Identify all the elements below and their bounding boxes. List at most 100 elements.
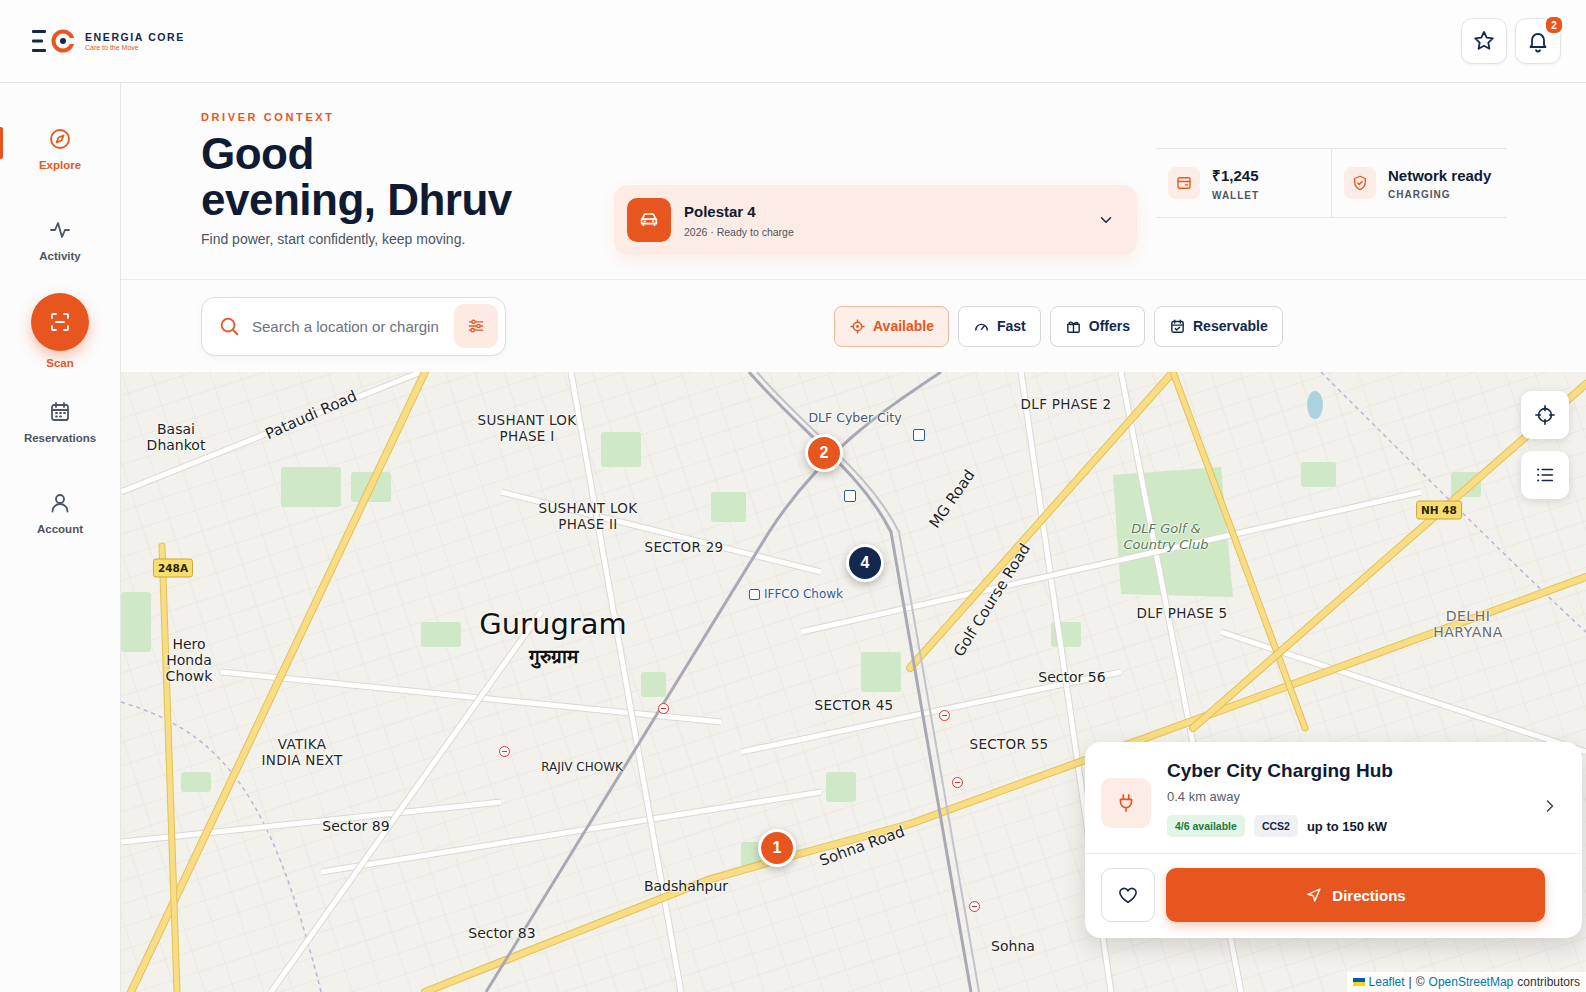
map-label: Sector 89	[322, 818, 389, 834]
map-label: DELHI HARYANA	[1428, 608, 1508, 640]
shield-icon	[1351, 174, 1369, 192]
list-view-button[interactable]	[1521, 451, 1569, 499]
map-label: Basai Dhankot	[136, 421, 216, 453]
brand-name: ENERGIA CORE	[85, 31, 185, 43]
filter-chip[interactable]: Available	[834, 306, 949, 347]
directions-button[interactable]: Directions	[1166, 868, 1545, 922]
metro-station-icon[interactable]	[844, 490, 856, 502]
wallet-icon	[1175, 174, 1193, 192]
nav-item[interactable]: Explore	[0, 103, 120, 194]
map-label: SECTOR 45	[815, 697, 894, 713]
nav-item[interactable]: Reservations	[0, 376, 120, 467]
metro-station-icon[interactable]	[913, 429, 925, 441]
map-attribution: Leaflet | © OpenStreetMap contributors	[1347, 972, 1586, 992]
gauge-icon	[973, 318, 990, 335]
map-label: 248A	[153, 559, 193, 578]
station-pin[interactable]: 1	[758, 829, 796, 867]
station-pin[interactable]: 4	[846, 544, 884, 582]
stat-item: ₹1,245 WALLET	[1156, 149, 1331, 217]
map-label: Hero Honda Chowk	[159, 636, 219, 684]
compass-icon	[48, 127, 72, 151]
scan-icon	[48, 310, 72, 334]
nav-item[interactable]: Activity	[0, 194, 120, 285]
chip-label: Fast	[997, 318, 1026, 334]
osm-link[interactable]: OpenStreetMap	[1429, 975, 1514, 989]
brand-logo[interactable]: ENERGIA CORE Care to the Move	[32, 28, 185, 54]
vehicle-text: Polestar 4 2026 · Ready to charge	[684, 203, 1084, 238]
vehicle-selector[interactable]: Polestar 4 2026 · Ready to charge	[614, 185, 1137, 255]
top-bar: ENERGIA CORE Care to the Move 2	[0, 0, 1586, 83]
map-label: Badshahpur	[644, 878, 728, 894]
calendar-check-icon	[1169, 318, 1186, 335]
map-label: VATIKA INDIA NEXT	[257, 736, 347, 768]
nav-label: Explore	[39, 159, 81, 171]
vehicle-icon-box	[627, 198, 671, 242]
subtitle: Find power, start confidently, keep movi…	[201, 231, 614, 247]
top-actions: 2	[1461, 18, 1561, 64]
app-root: ENERGIA CORE Care to the Move 2 Explore …	[0, 0, 1586, 992]
filter-chip[interactable]: Reservable	[1154, 306, 1283, 347]
stat-text: ₹1,245 WALLET	[1212, 165, 1259, 201]
notifications-button[interactable]: 2	[1515, 18, 1561, 64]
brand-tagline: Care to the Move	[85, 44, 185, 51]
map-label: Sector 56	[1038, 669, 1105, 685]
station-card[interactable]: Cyber City Charging Hub 0.4 km away 4/6 …	[1085, 742, 1582, 938]
station-pin[interactable]: 2	[805, 434, 843, 472]
station-summary[interactable]: Cyber City Charging Hub 0.4 km away 4/6 …	[1085, 742, 1582, 854]
restriction-marker	[952, 777, 963, 788]
logo-mark-icon	[32, 28, 76, 54]
brand-text: ENERGIA CORE Care to the Move	[85, 31, 185, 51]
chip-label: Available	[873, 318, 934, 334]
filter-chip[interactable]: Offers	[1050, 306, 1145, 347]
station-tags: 4/6 available CCS2 up to 150 kW	[1167, 815, 1524, 837]
star-icon	[1472, 29, 1496, 53]
plug-icon	[1115, 792, 1137, 814]
chevron-right-icon	[1540, 796, 1560, 816]
map-label: DLF PHASE 5	[1137, 605, 1228, 621]
station-actions: Directions	[1085, 854, 1582, 938]
ukraine-flag-icon	[1353, 978, 1365, 986]
sidebar: Explore Activity Scan Reservations Accou…	[0, 83, 121, 992]
map-label: DLF Cyber City	[808, 410, 901, 426]
favorites-button[interactable]	[1461, 18, 1507, 64]
nav-label: Scan	[46, 357, 74, 369]
station-distance: 0.4 km away	[1167, 789, 1524, 804]
filter-settings-button[interactable]	[454, 304, 498, 348]
power-text: up to 150 kW	[1307, 819, 1387, 834]
search-icon	[218, 315, 240, 337]
map[interactable]: Basai DhankotPataudi RoadSUSHANT LOK PHA…	[121, 372, 1586, 992]
map-label: SECTOR 29	[645, 539, 724, 555]
nav-item[interactable]: Scan	[0, 285, 120, 376]
sliders-icon	[466, 316, 486, 336]
plug-icon-box	[1101, 778, 1151, 828]
search-field[interactable]	[201, 297, 506, 356]
navigation-icon	[1305, 886, 1323, 904]
crosshair-icon	[1534, 404, 1556, 426]
search-input[interactable]	[250, 317, 444, 336]
filter-chip[interactable]: Fast	[958, 306, 1041, 347]
station-name: Cyber City Charging Hub	[1167, 760, 1524, 782]
chevron-down-icon	[1097, 211, 1115, 229]
vehicle-detail: 2026 · Ready to charge	[684, 226, 1084, 238]
map-label: Gurugram	[479, 608, 627, 640]
nav-item[interactable]: Account	[0, 467, 120, 558]
attribution-copyright: ©	[1416, 975, 1425, 989]
car-icon	[638, 209, 660, 231]
locate-button[interactable]	[1521, 391, 1569, 439]
stats: ₹1,245 WALLET Network ready CHARGING	[1156, 148, 1507, 218]
leaflet-link[interactable]: Leaflet	[1369, 975, 1405, 989]
metro-icon	[749, 589, 760, 600]
stat-value: ₹1,245	[1212, 165, 1259, 185]
list-icon	[1534, 464, 1556, 486]
scan-button[interactable]	[31, 293, 89, 351]
vehicle-name: Polestar 4	[684, 203, 1084, 220]
nav-label: Activity	[39, 250, 81, 262]
greeting-title: Goodevening, Dhruv	[201, 131, 614, 223]
favorite-button[interactable]	[1101, 868, 1155, 922]
chip-label: Reservable	[1193, 318, 1268, 334]
map-label: IFFCO Chowk	[749, 586, 843, 602]
map-label: SUSHANT LOK PHASE II	[523, 500, 653, 532]
target-icon	[849, 318, 866, 335]
search-toolbar: Available Fast Offers Reservable	[121, 280, 1586, 372]
attribution-suffix: contributors	[1517, 975, 1580, 989]
